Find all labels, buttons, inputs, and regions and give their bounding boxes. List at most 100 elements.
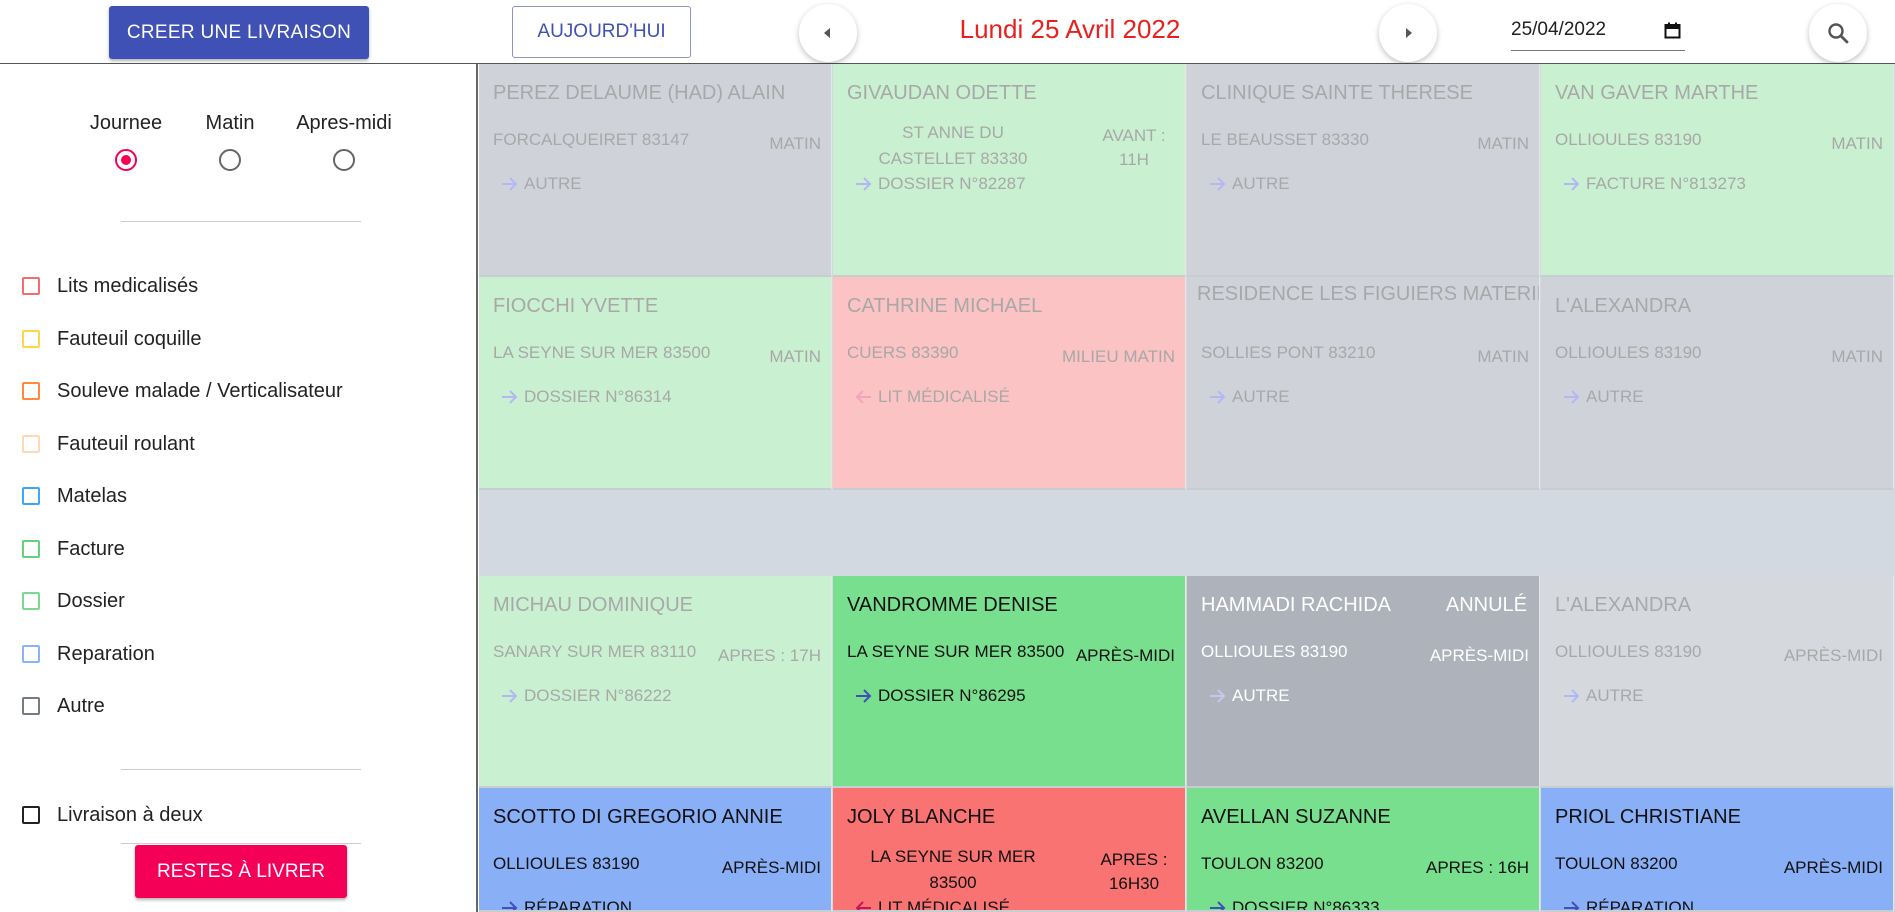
card-name: VANDROMME DENISE — [847, 594, 1058, 616]
arrow-right-icon — [1564, 901, 1580, 910]
card-city: SANARY SUR MER 83110 — [493, 642, 697, 661]
card-ref: AUTRE — [501, 174, 582, 194]
card-city: TOULON 83200 — [1201, 854, 1324, 873]
card-name: MICHAU DOMINIQUE — [493, 594, 693, 616]
radio-label: Matin — [205, 112, 255, 134]
arrow-right-icon — [1564, 177, 1580, 191]
card-city: ST ANNE DU CASTELLET 83330 — [878, 123, 1028, 168]
delivery-card[interactable]: VANDROMME DENISE LA SEYNE SUR MER 83500 … — [833, 576, 1186, 788]
card-city: LE BEAUSSET 83330 — [1201, 130, 1369, 149]
card-ref: RÉPARATION — [501, 898, 632, 910]
delivery-card[interactable]: SCOTTO DI GREGORIO ANNIE OLLIOULES 83190… — [479, 788, 832, 912]
checkbox[interactable] — [22, 806, 40, 824]
delivery-card[interactable]: CATHRINE MICHAEL CUERS 83390 MILIEU MATI… — [833, 277, 1186, 490]
filter-label: Reparation — [57, 642, 155, 665]
filter-facture[interactable]: Facture — [22, 535, 125, 563]
checkbox[interactable] — [22, 382, 40, 400]
card-period: MATIN — [1477, 134, 1529, 153]
card-name: HAMMADI RACHIDA — [1201, 594, 1392, 616]
filter-fauteuil-roulant[interactable]: Fauteuil roulant — [22, 430, 195, 458]
card-ref: LIT MÉDICALISÉ — [855, 387, 1010, 407]
radio-matin[interactable]: Matin — [190, 112, 270, 171]
card-name: CLINIQUE SAINTE THERESE — [1201, 82, 1473, 104]
search-button[interactable] — [1809, 4, 1867, 62]
card-ref-text: LIT MÉDICALISÉ — [878, 898, 1010, 912]
radio-button-checked[interactable] — [115, 149, 137, 171]
filter-fauteuil-coquille[interactable]: Fauteuil coquille — [22, 325, 202, 353]
checkbox-label: Livraison à deux — [57, 803, 203, 826]
card-ref-text: DOSSIER N°86222 — [524, 686, 672, 705]
previous-day-button[interactable] — [799, 4, 857, 62]
card-name: GIVAUDAN ODETTE — [847, 82, 1037, 104]
card-ref: FACTURE N°813273 — [1563, 174, 1746, 194]
delivery-card[interactable]: HAMMADI RACHIDA ANNULÉ OLLIOULES 83190 A… — [1187, 576, 1540, 788]
card-city: OLLIOULES 83190 — [1555, 130, 1702, 149]
delivery-card[interactable]: FIOCCHI YVETTE LA SEYNE SUR MER 83500 MA… — [479, 277, 832, 490]
card-ref-text: DOSSIER N°86314 — [524, 387, 672, 406]
arrow-right-icon — [502, 177, 518, 191]
arrow-right-icon — [856, 177, 872, 191]
delivery-card[interactable]: JOLY BLANCHE LA SEYNE SUR MER 83500 APRE… — [833, 788, 1186, 912]
delivery-card[interactable]: PRIOL CHRISTIANE TOULON 83200 APRÈS-MIDI… — [1541, 788, 1894, 912]
card-period: APRÈS-MIDI — [1429, 646, 1529, 665]
filter-souleve-malade[interactable]: Souleve malade / Verticalisateur — [22, 377, 343, 405]
radio-journee[interactable]: Journee — [84, 112, 168, 171]
checkbox[interactable] — [22, 540, 40, 558]
card-period: APRÈS-MIDI — [1075, 646, 1175, 665]
date-picker-value: 25/04/2022 — [1511, 19, 1607, 40]
arrow-right-icon — [1210, 177, 1226, 191]
delivery-card[interactable]: RESIDENCE LES FIGUIERS MATERIEL SOLLIES … — [1187, 277, 1540, 490]
card-ref: AUTRE — [1209, 686, 1290, 706]
delivery-card[interactable]: CLINIQUE SAINTE THERESE LE BEAUSSET 8333… — [1187, 64, 1540, 277]
divider — [121, 769, 361, 770]
delivery-card[interactable]: PEREZ DELAUME (HAD) ALAIN FORCALQUEIRET … — [479, 64, 832, 277]
card-city: OLLIOULES 83190 — [1555, 343, 1702, 362]
card-ref-text: DOSSIER N°86295 — [878, 686, 1026, 705]
filter-matelas[interactable]: Matelas — [22, 482, 127, 510]
filter-lits-medicalises[interactable]: Lits medicalisés — [22, 272, 198, 300]
radio-apres-midi[interactable]: Apres-midi — [288, 112, 400, 171]
livraison-a-deux-checkbox[interactable]: Livraison à deux — [22, 801, 203, 829]
checkbox[interactable] — [22, 697, 40, 715]
delivery-card[interactable]: L'ALEXANDRA OLLIOULES 83190 APRÈS-MIDI A… — [1541, 576, 1894, 788]
checkbox[interactable] — [22, 487, 40, 505]
arrow-left-icon — [855, 901, 871, 910]
filter-autre[interactable]: Autre — [22, 692, 105, 720]
card-city: LA SEYNE SUR MER 83500 — [870, 847, 1036, 892]
card-period: APRÈS-MIDI — [721, 858, 821, 877]
calendar-icon[interactable] — [1664, 22, 1681, 39]
checkbox[interactable] — [22, 592, 40, 610]
delivery-card[interactable]: VAN GAVER MARTHE OLLIOULES 83190 MATIN F… — [1541, 64, 1894, 277]
delivery-card[interactable]: GIVAUDAN ODETTE ST ANNE DU CASTELLET 833… — [833, 64, 1186, 277]
checkbox[interactable] — [22, 645, 40, 663]
chevron-left-icon — [824, 28, 830, 38]
card-city: OLLIOULES 83190 — [1201, 642, 1348, 661]
arrow-right-icon — [502, 390, 518, 404]
card-ref-text: AUTRE — [1232, 174, 1290, 193]
filter-dossier[interactable]: Dossier — [22, 587, 125, 615]
filter-label: Autre — [57, 694, 105, 717]
checkbox[interactable] — [22, 277, 40, 295]
restes-a-livrer-button[interactable]: RESTES À LIVRER — [135, 845, 347, 898]
next-day-button[interactable] — [1379, 4, 1437, 62]
card-period: AVANT : 11H — [1102, 126, 1166, 169]
date-picker-input[interactable]: 25/04/2022 — [1511, 14, 1685, 51]
checkbox[interactable] — [22, 330, 40, 348]
filter-label: Facture — [57, 537, 125, 560]
filter-reparation[interactable]: Reparation — [22, 640, 155, 668]
checkbox[interactable] — [22, 435, 40, 453]
card-period: APRÈS-MIDI — [1783, 646, 1883, 665]
card-name: JOLY BLANCHE — [847, 806, 996, 828]
delivery-card[interactable]: AVELLAN SUZANNE TOULON 83200 APRES : 16H… — [1187, 788, 1540, 912]
create-delivery-button[interactable]: CREER UNE LIVRAISON — [109, 6, 369, 59]
delivery-card[interactable]: L'ALEXANDRA OLLIOULES 83190 MATIN AUTRE — [1541, 277, 1894, 490]
radio-button[interactable] — [219, 149, 241, 171]
card-ref-text: AUTRE — [1586, 387, 1644, 406]
today-button[interactable]: AUJOURD'HUI — [512, 6, 691, 58]
delivery-card[interactable]: MICHAU DOMINIQUE SANARY SUR MER 83110 AP… — [479, 576, 832, 788]
filter-label: Fauteuil coquille — [57, 327, 202, 350]
radio-button[interactable] — [333, 149, 355, 171]
filter-label: Matelas — [57, 484, 128, 507]
card-period: APRES : 17H — [718, 646, 821, 665]
card-city: FORCALQUEIRET 83147 — [493, 130, 690, 149]
